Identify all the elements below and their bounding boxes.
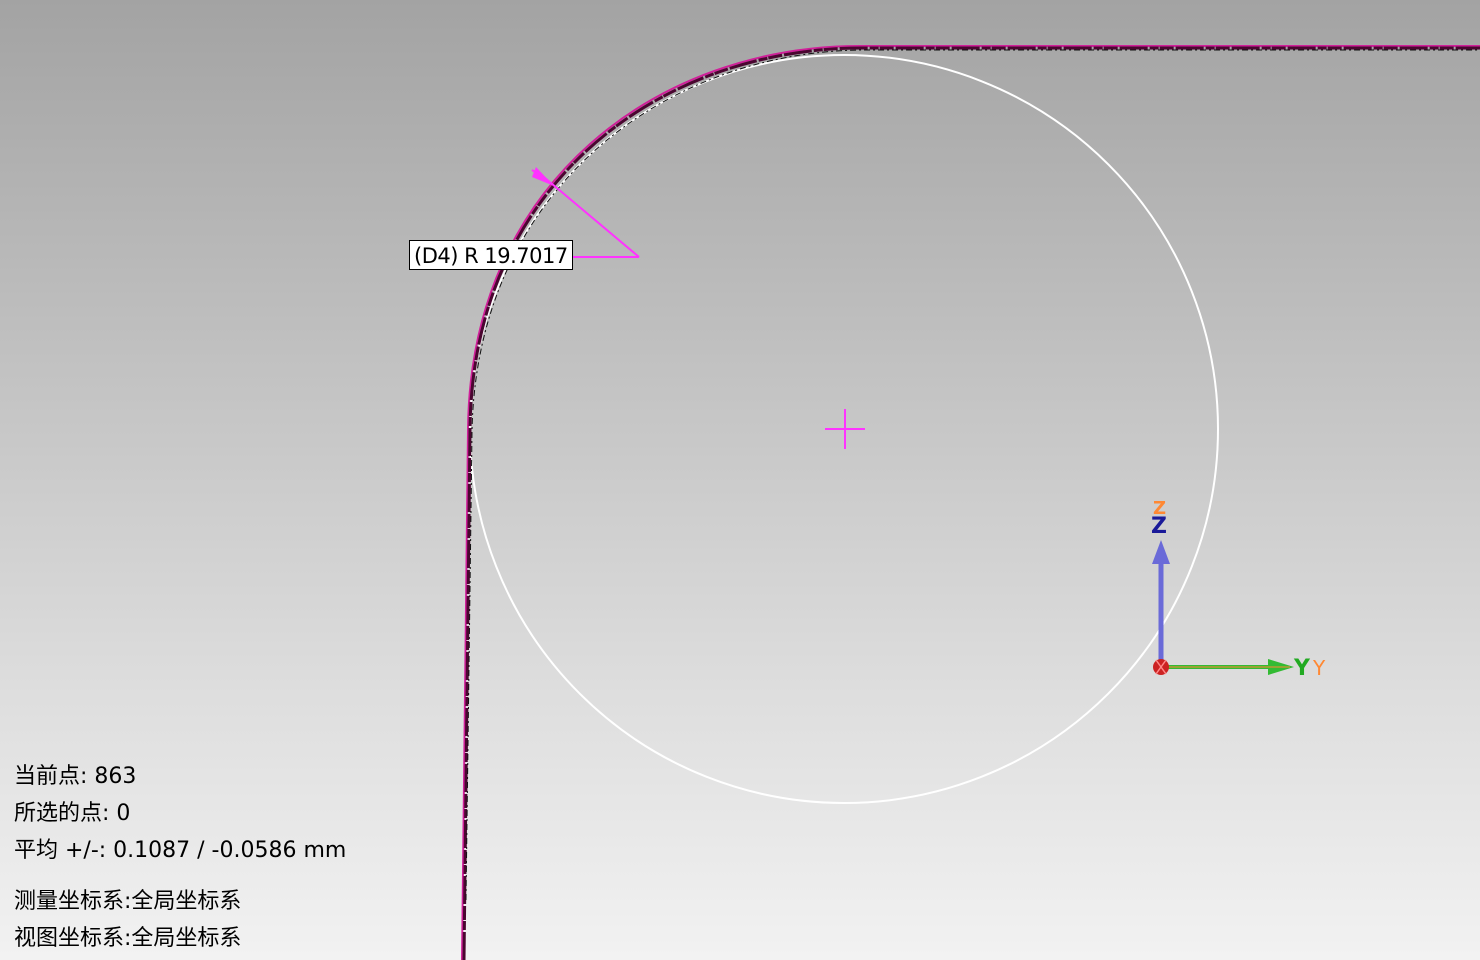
scan-profile-line-thin bbox=[465, 49, 1480, 901]
y-axis-secondary-label: Y bbox=[1312, 656, 1326, 680]
view-coordinate-system-text: 视图坐标系:全局坐标系 bbox=[14, 926, 242, 951]
current-point-text: 当前点: 863 bbox=[14, 764, 137, 789]
z-axis-arrowhead bbox=[1152, 540, 1170, 564]
coordinate-triad[interactable]: Z Z Y Y bbox=[1151, 498, 1326, 681]
dimension-label[interactable]: (D4) R 19.7017 bbox=[409, 240, 573, 270]
average-deviation-text: 平均 +/-: 0.1087 / -0.0586 mm bbox=[14, 838, 347, 863]
circle-center-marker bbox=[825, 409, 865, 449]
scan-profile-line[interactable] bbox=[462, 46, 1480, 960]
selected-points-text: 所选的点: 0 bbox=[14, 801, 131, 826]
z-axis-label: Z bbox=[1151, 514, 1167, 539]
dimension-arrowhead bbox=[532, 167, 554, 186]
3d-viewport[interactable]: Z Z Y Y (D4) R 19.7017 当前点: 863 所选的点: 0 … bbox=[0, 0, 1480, 960]
nominal-profile-line[interactable] bbox=[461, 45, 1480, 960]
info-panel: 当前点: 863 所选的点: 0 平均 +/-: 0.1087 / -0.058… bbox=[14, 758, 346, 957]
y-axis-label: Y bbox=[1293, 656, 1311, 681]
measure-coordinate-system-text: 测量坐标系:全局坐标系 bbox=[14, 889, 242, 914]
